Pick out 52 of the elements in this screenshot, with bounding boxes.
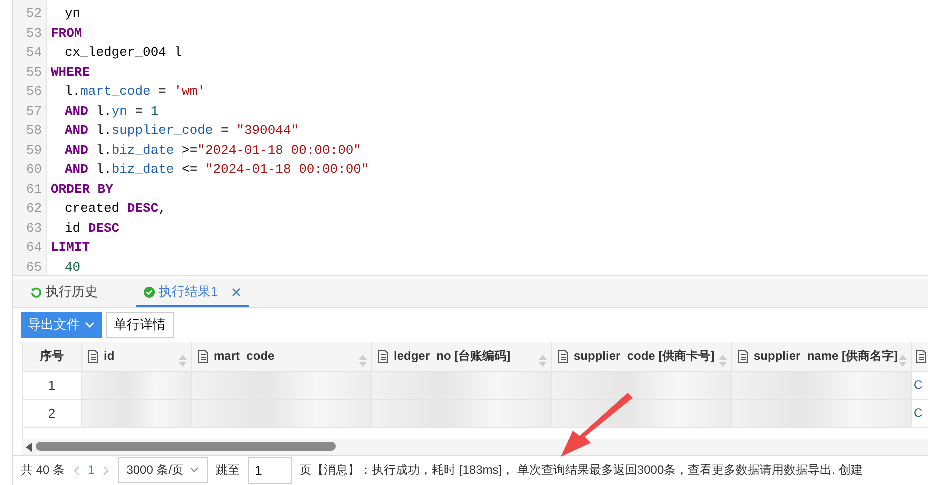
line-number: 65 [25, 258, 43, 275]
result-tab[interactable]: 执行历史 [23, 278, 106, 308]
total-count: 共 40 条 [21, 462, 66, 480]
column-header[interactable]: id [82, 342, 192, 372]
code-line: created DESC, [64, 200, 168, 218]
caret-icon [85, 321, 95, 330]
line-number: 60 [25, 161, 43, 179]
code-line: FROM [51, 24, 84, 42]
line-number: 54 [25, 44, 43, 62]
line-number: 55 [25, 64, 43, 82]
column-header[interactable]: supplier_name [供商名字] [732, 342, 912, 372]
column-header[interactable]: ledger_no [台账编码] [372, 342, 552, 372]
line-number: 53 [25, 24, 43, 42]
status-message: 【消息】：执行成功，耗时 [183ms]， 单次查询结果最多返回3000条，查看更多数据请用数据导出. 创建 [312, 462, 863, 480]
line-number: 57 [25, 102, 43, 120]
code-line: cx_ledger_004 l [64, 44, 184, 62]
column-header[interactable]: supplier_code [供商卡号] [552, 342, 732, 372]
line-number: 52 [25, 5, 43, 23]
chevron-down-icon [190, 467, 200, 474]
code-line: LIMIT [51, 239, 92, 257]
page-number[interactable]: 1 [88, 461, 95, 480]
code-line: AND l.yn = 1 [64, 102, 160, 120]
history-icon [31, 286, 42, 298]
line-number: 58 [25, 122, 43, 140]
jump-label: 跳至 [216, 462, 240, 480]
code-line: ORDER BY [51, 180, 114, 198]
table-cell: C [912, 372, 928, 400]
code-line: l.mart_code = 'wm' [64, 83, 206, 101]
code-line: AND l.biz_date >="2024-01-18 00:00:00" [64, 142, 362, 160]
page-size-select[interactable]: 3000 条/页 [118, 457, 208, 484]
detail-button[interactable]: 单行详情 [106, 312, 174, 338]
file-icon [916, 350, 928, 363]
line-number: 62 [25, 200, 43, 218]
page-input[interactable]: 1 [248, 456, 292, 484]
line-number: 61 [25, 180, 43, 198]
line-number: 64 [25, 239, 43, 257]
line-number: 59 [25, 142, 43, 160]
column-header[interactable]: mart_code [192, 342, 372, 372]
code-line: AND l.supplier_code = "390044" [64, 122, 300, 140]
result-tab[interactable]: 执行结果1 [136, 278, 250, 308]
code-line: AND l.biz_date <= "2024-01-18 00:00:00" [64, 161, 370, 179]
success-icon [144, 286, 155, 298]
code-line: WHERE [51, 64, 92, 82]
code-line: yn [64, 5, 82, 23]
table-cell: C [912, 400, 928, 428]
column-header[interactable]: 序号 [23, 342, 82, 372]
page-label: 页 [300, 462, 312, 480]
line-number: 56 [25, 83, 43, 101]
code-line: 40 [64, 258, 82, 275]
scrollbar-thumb[interactable] [36, 442, 336, 452]
code-line: id DESC [64, 220, 121, 238]
line-number: 63 [25, 220, 43, 238]
